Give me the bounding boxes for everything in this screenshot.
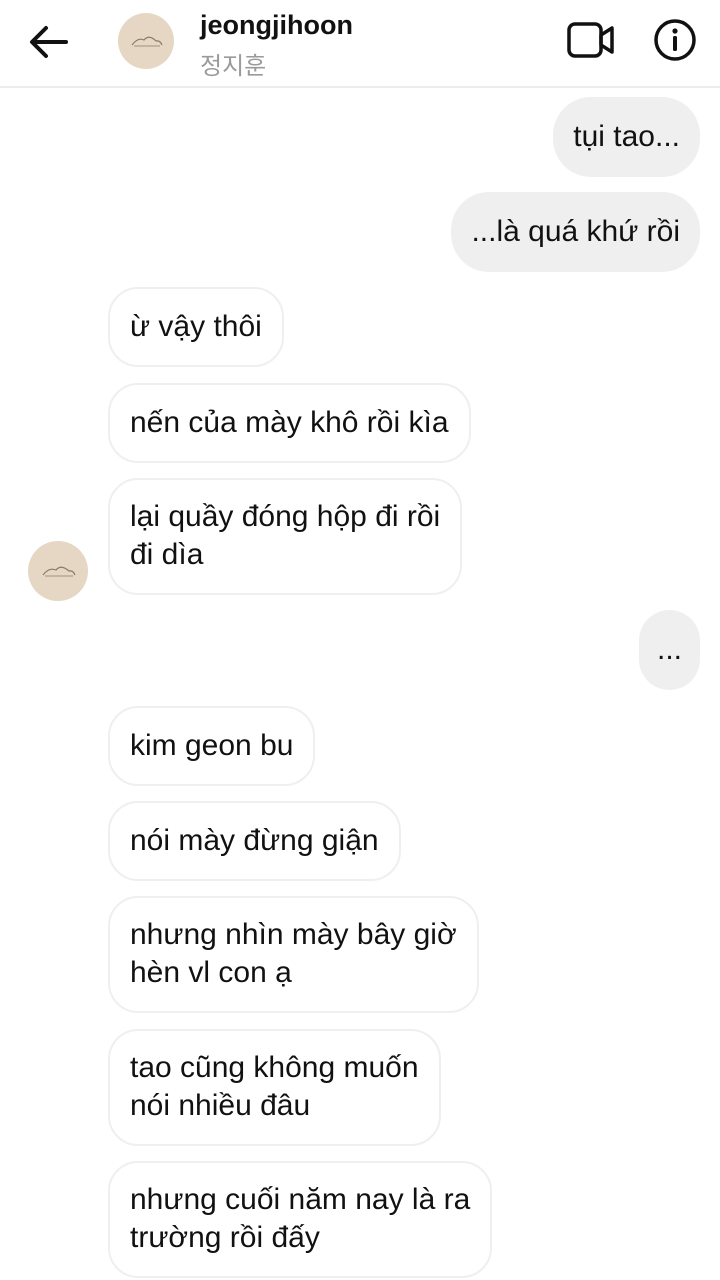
- message-outgoing[interactable]: tụi tao...: [553, 97, 700, 177]
- info-circle-icon: [654, 19, 696, 61]
- message-incoming[interactable]: ừ vậy thôi: [108, 287, 284, 367]
- back-button[interactable]: [26, 22, 70, 62]
- arrow-left-icon: [30, 26, 68, 58]
- message-incoming[interactable]: nhưng nhìn mày bây giờ hèn vl con ạ: [108, 896, 479, 1013]
- avatar[interactable]: [118, 13, 174, 69]
- message-outgoing[interactable]: ...: [639, 610, 700, 690]
- message-outgoing[interactable]: ...là quá khứ rồi: [451, 192, 700, 272]
- contact-name[interactable]: jeongjihoon: [200, 10, 353, 41]
- message-incoming[interactable]: nến của mày khô rồi kìa: [108, 383, 471, 463]
- video-camera-icon: [567, 22, 614, 58]
- message-incoming[interactable]: kim geon bu: [108, 706, 316, 786]
- sender-avatar[interactable]: [28, 541, 88, 601]
- video-call-button[interactable]: [566, 20, 616, 60]
- message-incoming[interactable]: nhưng cuối năm nay là ra trường rồi đấy: [108, 1161, 493, 1278]
- message-incoming[interactable]: nói mày đừng giận: [108, 801, 401, 881]
- info-button[interactable]: [652, 17, 698, 63]
- message-incoming[interactable]: tao cũng không muốn nói nhiều đâu: [108, 1029, 441, 1146]
- contact-subtitle: 정지훈: [200, 53, 267, 80]
- message-incoming[interactable]: lại quầy đóng hộp đi rồi đi dìa: [108, 478, 463, 595]
- chat-header: jeongjihoon 정지훈: [0, 0, 720, 88]
